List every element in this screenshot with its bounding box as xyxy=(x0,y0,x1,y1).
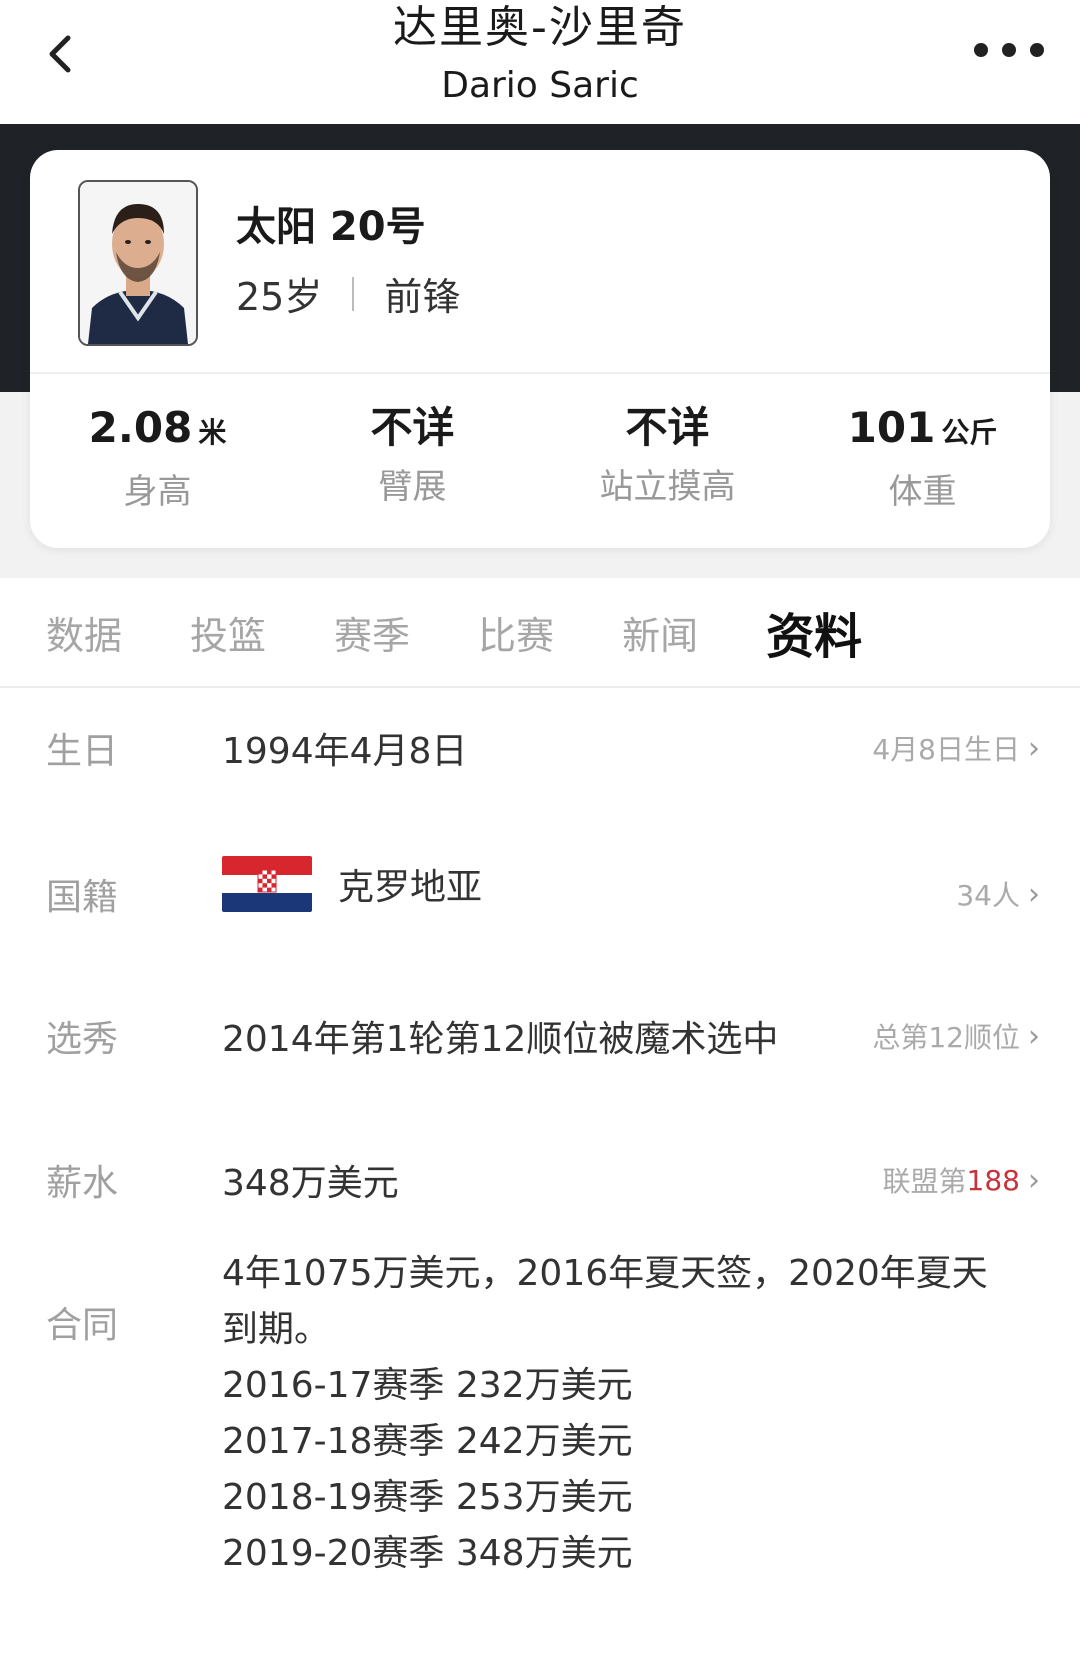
info-row-draft: 选秀 2014年第1轮第12顺位被魔术选中 总第12顺位 › xyxy=(0,1004,1080,1064)
player-avatar[interactable] xyxy=(78,180,198,346)
info-label: 生日 xyxy=(46,731,119,772)
age-position: 25岁 前锋 xyxy=(236,266,460,321)
contract-line: 2017-18赛季 242万美元 xyxy=(222,1421,633,1462)
stat-label: 站立摸高 xyxy=(599,467,736,507)
contract-line: 4年1075万美元，2016年夏天签，2020年夏天 xyxy=(222,1253,988,1294)
link-text: 34人 xyxy=(956,879,1020,912)
info-row-salary: 薪水 348万美元 联盟第 188 › xyxy=(0,1148,1080,1208)
card-divider xyxy=(30,372,1050,374)
stat-number: 不详 xyxy=(370,403,455,452)
stat-number: 2.08 xyxy=(88,403,193,452)
info-label: 选秀 xyxy=(46,1019,119,1060)
more-dot xyxy=(1002,43,1016,57)
stat-unit: 公斤 xyxy=(941,416,998,449)
info-value: 2014年第1轮第12顺位被魔术选中 xyxy=(222,1019,779,1060)
body-stats: 2.08 米 身高 不详 臂展 不详 站立摸高 101 公斤 体重 xyxy=(30,400,1050,520)
tab-profile[interactable]: 资料 xyxy=(766,597,862,667)
info-value: 1994年4月8日 xyxy=(222,731,468,772)
more-options-button[interactable] xyxy=(974,30,1044,70)
stat-label: 臂展 xyxy=(378,467,447,507)
tab-shooting[interactable]: 投篮 xyxy=(190,605,266,660)
page-subtitle: Dario Saric xyxy=(441,65,639,106)
draft-link[interactable]: 总第12顺位 › xyxy=(872,1016,1040,1056)
tab-stats[interactable]: 数据 xyxy=(46,605,122,660)
stat-label: 身高 xyxy=(123,472,192,512)
contract-line: 2018-19赛季 253万美元 xyxy=(222,1477,633,1518)
stat-weight: 101 公斤 体重 xyxy=(795,400,1050,520)
info-label: 薪水 xyxy=(46,1163,119,1204)
chevron-right-icon: › xyxy=(1028,876,1040,912)
info-value: 348万美元 xyxy=(222,1163,399,1204)
divider xyxy=(352,276,355,311)
contract-line: 2019-20赛季 348万美元 xyxy=(222,1533,633,1574)
player-photo xyxy=(80,182,196,344)
player-card: 太阳 20号 25岁 前锋 2.08 米 身高 不详 臂展 不详 站立摸高 101… xyxy=(30,150,1050,548)
info-row-birthday: 生日 1994年4月8日 4月8日生日 › xyxy=(0,716,1080,776)
tab-season[interactable]: 赛季 xyxy=(334,605,410,660)
more-dots-icon xyxy=(974,43,988,57)
stat-value: 101 公斤 xyxy=(795,400,1050,461)
stat-number: 不详 xyxy=(625,403,710,452)
country-name: 克罗地亚 xyxy=(338,867,483,908)
stat-wingspan: 不详 臂展 xyxy=(285,400,540,520)
page-title: 达里奥-沙里奇 xyxy=(393,2,687,53)
chevron-right-icon: › xyxy=(1028,730,1040,766)
chevron-right-icon: › xyxy=(1028,1162,1040,1198)
link-text: 4月8日生日 xyxy=(872,733,1020,766)
info-label: 国籍 xyxy=(46,877,119,918)
info-value: 克罗地亚 xyxy=(222,856,482,912)
stat-unit: 米 xyxy=(198,416,227,449)
stat-value: 2.08 米 xyxy=(30,400,285,461)
croatia-flag-icon xyxy=(222,856,312,912)
contract-details: 4年1075万美元，2016年夏天签，2020年夏天 到期。 2016-17赛季… xyxy=(222,1246,1022,1582)
player-age: 25岁 xyxy=(236,275,323,319)
stat-value: 不详 xyxy=(285,400,540,456)
tab-bar: 数据 投篮 赛季 比赛 新闻 资料 xyxy=(0,578,1080,688)
stat-label: 体重 xyxy=(888,472,957,512)
stat-height: 2.08 米 身高 xyxy=(30,400,285,520)
team-and-number: 太阳 20号 xyxy=(236,204,426,250)
link-text: 总第12顺位 xyxy=(872,1021,1020,1054)
contract-line: 到期。 xyxy=(222,1309,331,1350)
tab-news[interactable]: 新闻 xyxy=(622,605,698,660)
tab-games[interactable]: 比赛 xyxy=(478,605,554,660)
top-navbar: 达里奥-沙里奇 Dario Saric xyxy=(0,0,1080,124)
info-row-contract: 合同 4年1075万美元，2016年夏天签，2020年夏天 到期。 2016-1… xyxy=(0,1246,1080,1656)
chevron-right-icon: › xyxy=(1028,1018,1040,1054)
link-text: 联盟第 xyxy=(882,1165,967,1198)
nationality-link[interactable]: 34人 › xyxy=(956,874,1040,914)
salary-rank-number: 188 xyxy=(966,1163,1020,1197)
more-dot xyxy=(1030,43,1044,57)
contract-line: 2016-17赛季 232万美元 xyxy=(222,1365,633,1406)
salary-rank-link[interactable]: 联盟第 188 › xyxy=(883,1160,1040,1200)
stat-number: 101 xyxy=(847,403,936,452)
player-position: 前锋 xyxy=(384,275,461,319)
info-label: 合同 xyxy=(46,1305,119,1346)
stat-standing-reach: 不详 站立摸高 xyxy=(540,400,795,520)
stat-value: 不详 xyxy=(540,400,795,456)
birthday-link[interactable]: 4月8日生日 › xyxy=(872,728,1040,768)
info-row-nationality: 国籍 克罗地亚 34人 › xyxy=(0,856,1080,926)
